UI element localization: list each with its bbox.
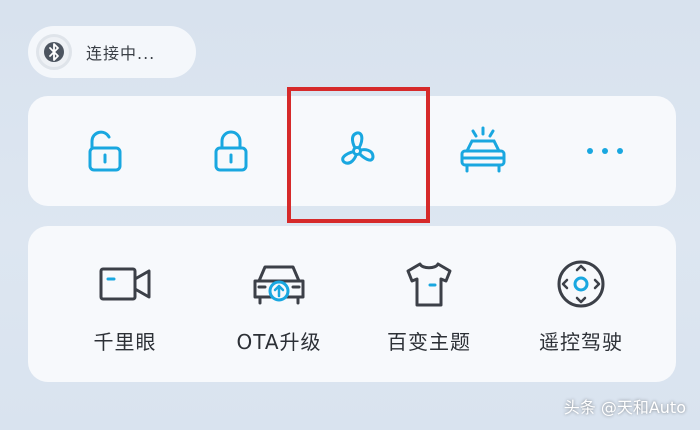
tshirt-icon	[406, 262, 452, 307]
car-lights-button[interactable]	[428, 96, 538, 206]
features-card: 千里眼 OTA升级 百变主题 遥控驾驶	[28, 226, 676, 382]
unlock-button[interactable]	[50, 96, 160, 206]
feature-ota-update[interactable]: OTA升级	[214, 256, 344, 366]
camera-icon	[99, 267, 151, 301]
remote-dpad-icon	[557, 260, 605, 308]
feature-surveillance[interactable]: 千里眼	[60, 256, 190, 366]
car-update-icon	[253, 265, 305, 305]
connection-status-text: 连接中...	[86, 44, 156, 63]
fan-icon	[341, 131, 375, 165]
lock-icon	[214, 130, 248, 172]
feature-remote-driving[interactable]: 遥控驾驶	[516, 256, 646, 366]
bluetooth-icon	[36, 34, 72, 70]
more-button[interactable]	[550, 96, 660, 206]
lock-button[interactable]	[176, 96, 286, 206]
quick-controls-card	[28, 96, 676, 206]
watermark: 头条 @天和Auto	[563, 398, 686, 417]
feature-label: 百变主题	[387, 330, 471, 354]
feature-label: 遥控驾驶	[539, 330, 623, 354]
connection-status-pill[interactable]: 连接中...	[28, 26, 196, 78]
feature-themes[interactable]: 百变主题	[364, 256, 494, 366]
fan-button[interactable]	[302, 96, 412, 206]
unlock-icon	[88, 130, 122, 172]
feature-label: OTA升级	[236, 330, 322, 354]
feature-label: 千里眼	[93, 330, 157, 354]
more-icon	[587, 148, 623, 154]
car-lights-icon	[460, 126, 506, 173]
